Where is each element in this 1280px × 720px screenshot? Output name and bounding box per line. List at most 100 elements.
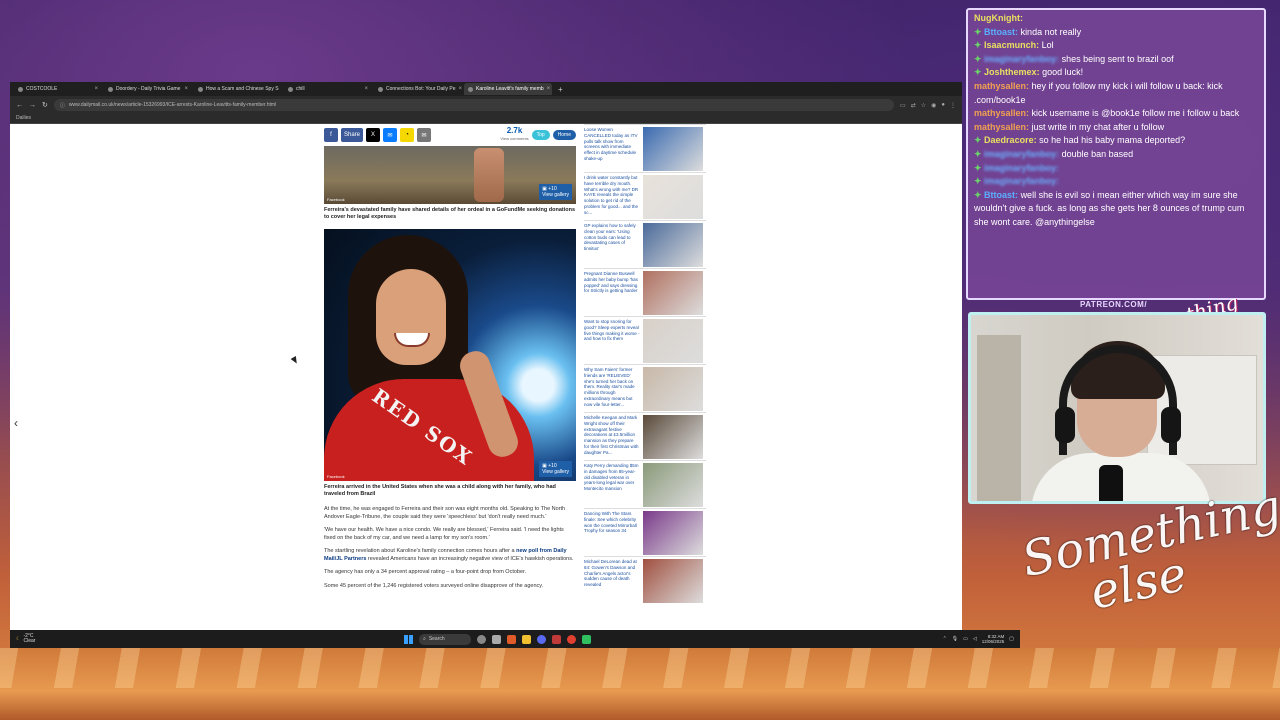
sidebar-story[interactable]: Want to stop snoring for good? Sleep exp… [584, 316, 706, 364]
browser-tab[interactable]: Doordery - Daily Trivia Game × [104, 83, 192, 95]
top-button[interactable]: Top [531, 130, 550, 140]
sidebar-story[interactable]: I drink water constantly but have terrib… [584, 172, 706, 220]
browser-tab[interactable]: chill × [284, 83, 372, 95]
app-icon[interactable] [477, 634, 486, 644]
chat-username[interactable]: mathysallen: [974, 122, 1029, 132]
forward-button[interactable]: → [29, 102, 36, 109]
chat-username[interactable]: Bttoast: [984, 27, 1018, 37]
email-icon[interactable]: ✉ [417, 128, 432, 142]
reload-button[interactable]: ↻ [42, 101, 48, 109]
browser-tab[interactable]: How a Scam and Chinese Spy S× [194, 83, 282, 95]
extension-icon[interactable]: ◉ [931, 102, 936, 109]
discord-icon[interactable] [537, 634, 546, 644]
close-tab-icon[interactable]: × [184, 86, 188, 92]
comment-count[interactable]: 2.7k View comments [500, 127, 528, 143]
sidebar-story[interactable]: GP explains how to safely clean your ear… [584, 220, 706, 268]
sidebar-story-thumbnail [643, 319, 703, 363]
notification-icon[interactable]: ▢ [1009, 636, 1014, 642]
weather-condition: Clear [23, 638, 36, 644]
chat-username[interactable]: imaginaryfanboy: [984, 176, 1059, 186]
chat-username[interactable]: Isaacmunch: [984, 40, 1039, 50]
home-button[interactable]: Home [552, 130, 576, 140]
url-input[interactable]: ⓘ www.dailymail.co.uk/news/article-15326… [53, 99, 895, 111]
sidebar-story[interactable]: Why Sam Faiers' former friends are 'RELI… [584, 364, 706, 412]
task-view-icon[interactable] [492, 634, 501, 644]
app-icon[interactable] [552, 634, 561, 644]
gallery-back-chevron-icon[interactable]: ‹ [14, 416, 18, 430]
bookmark-folder-dailies[interactable]: Dailies [16, 115, 31, 121]
sidebar-story-text: Loose Women CANCELLED today as ITV pulls… [584, 127, 638, 161]
browser-tab[interactable]: COSTCOOLE × [14, 83, 102, 95]
gallery-label: View gallery [542, 192, 569, 198]
tab-favicon-icon [108, 86, 113, 92]
start-button[interactable] [404, 634, 413, 644]
chat-username[interactable]: Daedracore: [984, 135, 1037, 145]
sidebar-story[interactable]: Michael DeLorean dead at 84: Gowen's Daw… [584, 556, 706, 604]
file-explorer-icon[interactable] [522, 634, 531, 644]
menu-icon[interactable]: ⋮ [950, 102, 956, 109]
chat-username[interactable]: imaginaryfanboy: [984, 149, 1059, 159]
sidebar-story[interactable]: Pregnant Dianne Buswell admits her baby … [584, 268, 706, 316]
chevron-up-icon[interactable]: ⌃ [943, 636, 947, 642]
url-text: www.dailymail.co.uk/news/article-1532699… [68, 102, 277, 108]
tab-favicon-icon [198, 86, 203, 92]
chat-username[interactable]: NugKnight: [974, 13, 1023, 23]
chat-username[interactable]: Joshthemex: [984, 67, 1040, 77]
chat-username[interactable]: imaginaryfanboy: [984, 54, 1059, 64]
sidebar-story-text: Dancing With The Stars finale: See which… [584, 511, 637, 534]
site-info-icon[interactable]: ⓘ [60, 102, 65, 109]
chat-message: NugKnight: [974, 12, 1258, 26]
app-icon[interactable] [582, 634, 591, 644]
article-photo-2[interactable]: RED SOX Facebook ▣ +10 View gallery [324, 229, 576, 481]
chat-message: ✦ Joshthemex: good luck! [974, 66, 1258, 80]
chat-username[interactable]: mathysallen: [974, 81, 1029, 91]
chat-username[interactable]: Bttoast: [984, 190, 1018, 200]
cast-icon[interactable]: ▭ [900, 102, 906, 109]
back-button[interactable]: ← [16, 102, 23, 109]
facebook-icon[interactable]: f [324, 128, 338, 142]
volume-icon[interactable]: ◁ [973, 636, 977, 642]
weather-icon: ☾ [16, 635, 21, 642]
subscriber-badge-icon: ✦ [974, 162, 985, 173]
taskbar-search[interactable]: ⌕ Search [419, 633, 471, 645]
profile-icon[interactable]: ● [941, 102, 945, 109]
chrome-icon[interactable] [567, 634, 576, 644]
weather-widget[interactable]: ☾ -2°C Clear [16, 634, 35, 644]
view-gallery-badge[interactable]: ▣ +10 View gallery [539, 461, 572, 477]
sidebar-story[interactable]: Loose Women CANCELLED today as ITV pulls… [584, 124, 706, 172]
tab-favicon-icon [468, 86, 473, 92]
sidebar-story[interactable]: Katy Perry demanding $5m in damages from… [584, 460, 706, 508]
snapchat-icon[interactable]: ◔ [400, 128, 415, 142]
new-tab-button[interactable]: + [554, 85, 567, 94]
close-tab-icon[interactable]: × [547, 86, 551, 92]
close-tab-icon[interactable]: × [459, 86, 463, 92]
network-icon[interactable]: ▭ [963, 636, 968, 642]
clock[interactable]: 8:32 AM 12/06/2025 [982, 634, 1005, 645]
bookmark-star-icon[interactable]: ☆ [921, 102, 926, 109]
article-photo-1[interactable]: Facebook ▣ +10 View gallery [324, 146, 576, 204]
browser-tab[interactable]: Connections Bot: Your Daily Pe × [374, 83, 462, 95]
sidebar-story[interactable]: Michelle Keegan and Mark Wright show off… [584, 412, 706, 460]
sidebar-story[interactable]: Dancing With The Stars finale: See which… [584, 508, 706, 556]
close-tab-icon[interactable]: × [94, 86, 98, 92]
chat-username[interactable]: imaginaryfanboy: [984, 163, 1059, 173]
paragraph-text: The startling revelation about Karoline'… [324, 548, 517, 554]
x-icon[interactable]: X [366, 128, 381, 142]
view-gallery-badge[interactable]: ▣ +10 View gallery [539, 184, 572, 200]
mic-icon[interactable]: 🎙 [952, 636, 958, 642]
sidebar-story-text: Michelle Keegan and Mark Wright show off… [584, 415, 639, 455]
sidebar-story-thumbnail [643, 559, 703, 603]
close-tab-icon[interactable]: × [364, 86, 368, 92]
chat-message: ✦ Bttoast: kinda not really [974, 26, 1258, 40]
photo-credit: Facebook [327, 474, 345, 479]
browser-tab[interactable]: Karoline Leavitt's family memb × [464, 83, 552, 95]
app-icon[interactable] [507, 634, 516, 644]
chat-username[interactable]: mathysallen: [974, 108, 1029, 118]
comment-count-value: 2.7k [506, 126, 523, 135]
sidebar-story-thumbnail [643, 175, 703, 219]
translate-icon[interactable]: ⇄ [911, 102, 916, 109]
sidebar-story-thumbnail [643, 463, 703, 507]
messenger-icon[interactable]: ✉ [383, 128, 398, 142]
share-button[interactable]: Share [341, 128, 364, 142]
search-icon: ⌕ [423, 636, 426, 642]
